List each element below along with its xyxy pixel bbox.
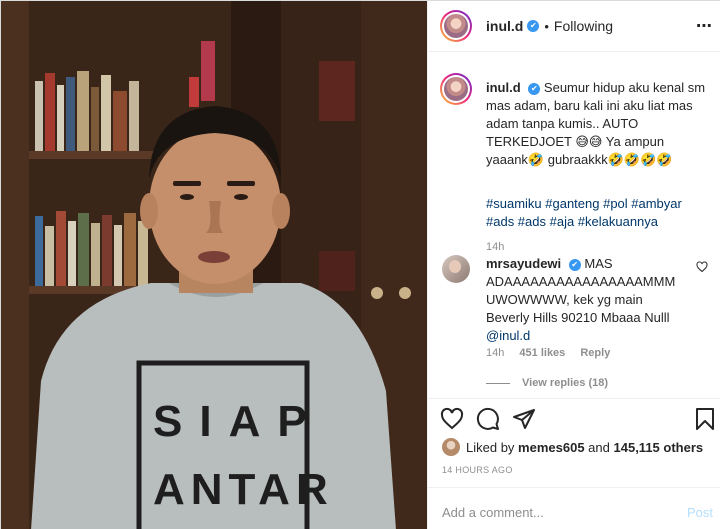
photo-illustration bbox=[1, 1, 427, 529]
author-username[interactable]: inul.d bbox=[486, 18, 523, 34]
comment-input[interactable]: Add a comment... bbox=[442, 505, 544, 520]
likes-and: and bbox=[588, 439, 610, 455]
author-avatar[interactable] bbox=[440, 10, 472, 42]
comment-bubble-icon[interactable] bbox=[476, 407, 500, 431]
liker-username[interactable]: memes605 bbox=[518, 440, 585, 455]
post-timestamp: 14 HOURS AGO bbox=[442, 465, 513, 475]
view-replies-label: View replies (18) bbox=[522, 377, 609, 389]
following-button[interactable]: Following bbox=[554, 18, 613, 34]
comment-time: 14h bbox=[486, 347, 505, 359]
caption-hashtags[interactable]: #suamiku #ganteng #pol #ambyar #ads #ads… bbox=[486, 195, 708, 231]
likes-summary: Liked by memes605 and 145,115 others bbox=[442, 438, 703, 456]
liked-by-prefix: Liked by bbox=[466, 439, 515, 455]
caption-text-block: inul.d ✔ Seumur hidup aku kenal sm mas a… bbox=[486, 79, 708, 169]
shirt-text-line1: SIAP bbox=[153, 397, 324, 446]
comment-text-block: mrsayudewi ✔ MAS ADAAAAAAAAAAAAAAAAMMM U… bbox=[486, 255, 686, 345]
add-comment-bar: Add a comment... Post bbox=[428, 487, 720, 529]
like-heart-icon[interactable] bbox=[440, 407, 464, 431]
replies-divider bbox=[486, 382, 510, 384]
caption-avatar[interactable] bbox=[440, 73, 472, 105]
shirt-text-line2: ANTAR bbox=[153, 465, 334, 514]
verified-badge-icon: ✔ bbox=[568, 259, 581, 271]
comment-reply-button[interactable]: Reply bbox=[580, 347, 610, 359]
save-bookmark-icon[interactable] bbox=[694, 407, 716, 431]
separator-dot: • bbox=[544, 18, 549, 34]
comment-like-heart-icon[interactable] bbox=[696, 261, 708, 273]
more-options-icon[interactable]: ⋯ bbox=[696, 16, 713, 36]
post-photo[interactable]: SIAP ANTAR bbox=[1, 1, 427, 529]
verified-badge-icon: ✔ bbox=[527, 20, 540, 32]
post-side-panel: inul.d ✔ • Following ⋯ inul.d ✔ Seumur h… bbox=[427, 1, 720, 529]
liker-avatar[interactable] bbox=[442, 438, 460, 456]
comment-meta: 14h 451 likes Reply bbox=[486, 347, 622, 359]
commenter-avatar[interactable] bbox=[442, 255, 470, 283]
commenter-username[interactable]: mrsayudewi bbox=[486, 256, 561, 271]
post-comment-button[interactable]: Post bbox=[687, 505, 713, 520]
caption-time: 14h bbox=[486, 241, 505, 253]
verified-badge-icon: ✔ bbox=[528, 83, 541, 95]
view-replies-button[interactable]: View replies (18) bbox=[486, 377, 608, 389]
post-header: inul.d ✔ • Following ⋯ bbox=[428, 1, 720, 52]
likes-count[interactable]: 145,115 others bbox=[614, 440, 704, 455]
action-bar bbox=[428, 398, 720, 438]
instagram-post: SIAP ANTAR inul.d ✔ • Following ⋯ inul.d… bbox=[0, 0, 720, 529]
share-paper-plane-icon[interactable] bbox=[512, 407, 536, 431]
caption-username[interactable]: inul.d bbox=[486, 80, 521, 95]
comment-likes-count[interactable]: 451 likes bbox=[519, 347, 565, 359]
comments-section[interactable]: inul.d ✔ Seumur hidup aku kenal sm mas a… bbox=[428, 53, 720, 398]
comment-mention[interactable]: @inul.d bbox=[486, 328, 530, 343]
